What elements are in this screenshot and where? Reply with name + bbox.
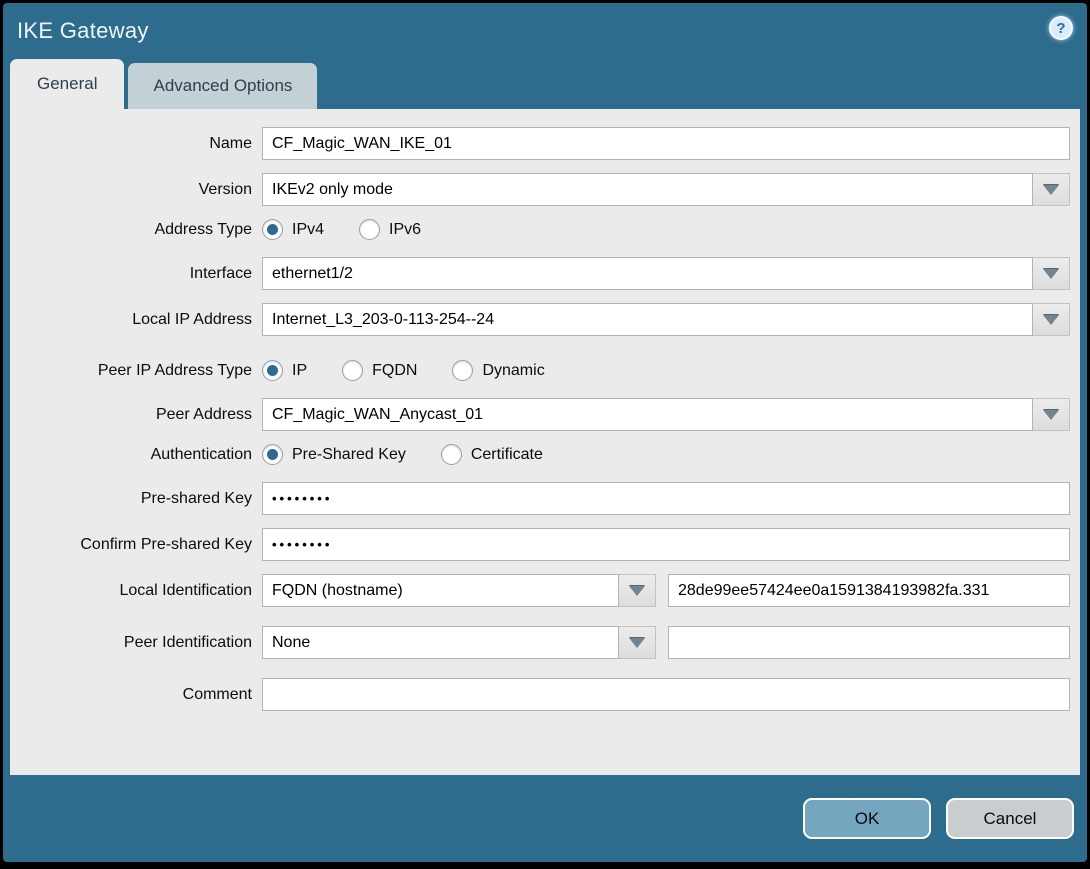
help-icon[interactable]: ? — [1049, 16, 1073, 40]
interface-input[interactable] — [262, 257, 1033, 290]
psk-confirm-row: Confirm Pre-shared Key — [10, 528, 1070, 561]
psk-label: Pre-shared Key — [140, 489, 252, 507]
version-dropdown — [262, 173, 1070, 206]
local-ip-row: Local IP Address — [10, 303, 1070, 336]
tab-strip: General Advanced Options — [10, 59, 1087, 109]
radio-pre-shared-key-circle — [262, 444, 283, 465]
radio-peer-fqdn-circle — [342, 360, 364, 381]
dialog-footer: OK Cancel — [3, 775, 1087, 862]
peer-ip-type-row: Peer IP Address Type IP FQDN Dynamic — [10, 360, 1070, 381]
authentication-row: Authentication Pre-Shared Key Certificat… — [10, 444, 1070, 465]
peer-identification-value-input[interactable] — [668, 626, 1070, 659]
local-identification-value-input[interactable] — [668, 574, 1070, 607]
radio-ipv6-label: IPv6 — [389, 220, 422, 238]
peer-address-dropdown — [262, 398, 1070, 431]
local-ip-label: Local IP Address — [132, 310, 252, 328]
help-glyph: ? — [1056, 19, 1066, 37]
peer-ip-type-label: Peer IP Address Type — [97, 361, 252, 379]
chevron-down-icon — [629, 637, 645, 648]
local-identification-label: Local Identification — [119, 581, 252, 599]
radio-ipv4[interactable]: IPv4 — [262, 219, 324, 240]
ike-gateway-dialog: IKE Gateway ? General Advanced Options N… — [3, 3, 1087, 862]
psk-confirm-input[interactable] — [262, 528, 1070, 561]
radio-certificate-circle — [440, 444, 462, 465]
local-ip-input[interactable] — [262, 303, 1033, 336]
cancel-button[interactable]: Cancel — [946, 798, 1074, 839]
local-identification-type-dropdown — [262, 574, 656, 607]
peer-identification-type-dropdown — [262, 626, 656, 659]
chevron-down-icon — [1043, 268, 1059, 279]
version-row: Version — [10, 173, 1070, 206]
tab-general[interactable]: General — [10, 59, 125, 109]
radio-ipv6[interactable]: IPv6 — [359, 219, 421, 240]
radio-peer-ip[interactable]: IP — [262, 360, 307, 381]
name-label: Name — [209, 134, 252, 152]
radio-pre-shared-key[interactable]: Pre-Shared Key — [262, 444, 406, 465]
radio-peer-fqdn-label: FQDN — [372, 361, 418, 379]
address-type-label: Address Type — [154, 220, 252, 238]
radio-ipv4-circle — [262, 219, 283, 240]
version-input[interactable] — [262, 173, 1033, 206]
tab-advanced-options-label: Advanced Options — [153, 76, 293, 95]
chevron-down-icon — [1043, 314, 1059, 325]
ok-button-label: OK — [854, 808, 880, 828]
ok-button[interactable]: OK — [803, 798, 931, 839]
psk-input[interactable] — [262, 482, 1070, 515]
peer-identification-type-input[interactable] — [262, 626, 619, 659]
psk-confirm-label: Confirm Pre-shared Key — [80, 535, 252, 553]
version-dropdown-button[interactable] — [1033, 173, 1070, 206]
chevron-down-icon — [1043, 409, 1059, 420]
radio-ipv6-circle — [359, 219, 381, 240]
general-tab-panel: Name Version Addr — [10, 109, 1080, 775]
comment-row: Comment — [10, 678, 1070, 711]
peer-identification-label: Peer Identification — [123, 633, 252, 651]
radio-peer-fqdn[interactable]: FQDN — [342, 360, 417, 381]
peer-identification-dropdown-button[interactable] — [619, 626, 656, 659]
radio-certificate[interactable]: Certificate — [440, 444, 543, 465]
tab-advanced-options[interactable]: Advanced Options — [128, 63, 318, 109]
chevron-down-icon — [629, 585, 645, 596]
name-row: Name — [10, 127, 1070, 160]
radio-peer-dynamic-circle — [452, 360, 474, 381]
local-identification-dropdown-button[interactable] — [619, 574, 656, 607]
local-identification-type-input[interactable] — [262, 574, 619, 607]
comment-label: Comment — [182, 685, 252, 703]
radio-peer-ip-circle — [262, 360, 283, 381]
radio-certificate-label: Certificate — [470, 445, 543, 463]
local-identification-row: Local Identification — [10, 574, 1070, 607]
tab-general-label: General — [37, 74, 98, 93]
psk-row: Pre-shared Key — [10, 482, 1070, 515]
dialog-frame: IKE Gateway ? General Advanced Options N… — [0, 0, 1090, 869]
peer-address-dropdown-button[interactable] — [1033, 398, 1070, 431]
local-ip-dropdown-button[interactable] — [1033, 303, 1070, 336]
radio-peer-ip-label: IP — [292, 361, 308, 379]
authentication-label: Authentication — [150, 445, 252, 463]
peer-identification-row: Peer Identification — [10, 626, 1070, 659]
name-input[interactable] — [262, 127, 1070, 160]
interface-row: Interface — [10, 257, 1070, 290]
titlebar: IKE Gateway ? — [3, 3, 1087, 59]
dialog-title: IKE Gateway — [17, 18, 149, 43]
radio-peer-dynamic-label: Dynamic — [482, 361, 545, 379]
radio-pre-shared-key-label: Pre-Shared Key — [292, 445, 406, 463]
interface-label: Interface — [189, 264, 252, 282]
interface-dropdown — [262, 257, 1070, 290]
cancel-button-label: Cancel — [983, 808, 1037, 828]
radio-peer-dynamic[interactable]: Dynamic — [452, 360, 545, 381]
interface-dropdown-button[interactable] — [1033, 257, 1070, 290]
address-type-row: Address Type IPv4 IPv6 — [10, 219, 1070, 240]
peer-address-input[interactable] — [262, 398, 1033, 431]
chevron-down-icon — [1043, 184, 1059, 195]
comment-input[interactable] — [262, 678, 1070, 711]
peer-address-label: Peer Address — [155, 405, 252, 423]
peer-address-row: Peer Address — [10, 398, 1070, 431]
version-label: Version — [198, 180, 252, 198]
radio-ipv4-label: IPv4 — [292, 220, 325, 238]
local-ip-dropdown — [262, 303, 1070, 336]
